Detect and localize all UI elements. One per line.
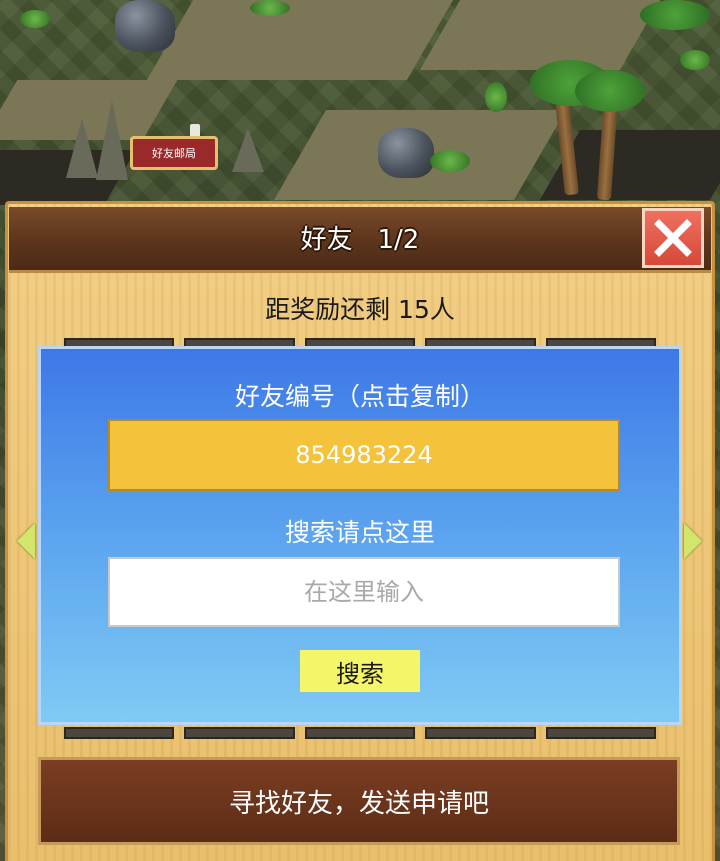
cactus bbox=[485, 82, 507, 112]
reward-remaining-text: 距奖励还剩 15人 bbox=[265, 295, 455, 324]
strip-segment bbox=[64, 727, 175, 739]
search-input[interactable] bbox=[108, 557, 620, 627]
dialog-title-label: 好友 bbox=[300, 225, 353, 255]
shrub bbox=[430, 150, 470, 172]
strip-segment bbox=[304, 727, 416, 739]
dirt-tile bbox=[419, 0, 661, 70]
search-button[interactable]: 搜索 bbox=[300, 650, 420, 692]
rock bbox=[115, 0, 175, 52]
arrow-left-icon[interactable] bbox=[17, 523, 35, 559]
arrow-right-icon[interactable] bbox=[684, 523, 702, 559]
stone-spire bbox=[66, 118, 98, 178]
friend-id-copy-box[interactable]: 854983224 bbox=[108, 419, 620, 491]
palm-leaves bbox=[640, 0, 710, 30]
stone-spire bbox=[96, 100, 128, 180]
friend-post-office-sign[interactable]: 好友邮局 bbox=[130, 136, 218, 170]
panel-bottom-strip bbox=[40, 727, 680, 739]
strip-segment bbox=[545, 727, 657, 739]
strip-segment bbox=[425, 727, 536, 739]
close-icon bbox=[654, 219, 692, 257]
shrub bbox=[250, 0, 290, 16]
close-button[interactable] bbox=[642, 208, 704, 268]
shrub bbox=[680, 50, 710, 70]
dialog-title: 好友 1/2 bbox=[0, 207, 720, 273]
dialog-page-indicator: 1/2 bbox=[377, 225, 420, 255]
search-label: 搜索请点这里 bbox=[284, 518, 435, 547]
friend-id-label: 好友编号（点击复制） bbox=[234, 382, 485, 411]
shrub bbox=[20, 10, 50, 28]
dirt-tile bbox=[146, 0, 454, 80]
stone-spire bbox=[232, 128, 264, 172]
find-friends-banner: 寻找好友，发送申请吧 bbox=[38, 757, 680, 845]
rock bbox=[378, 128, 434, 178]
strip-segment bbox=[184, 727, 295, 739]
palm-leaves bbox=[575, 70, 645, 112]
